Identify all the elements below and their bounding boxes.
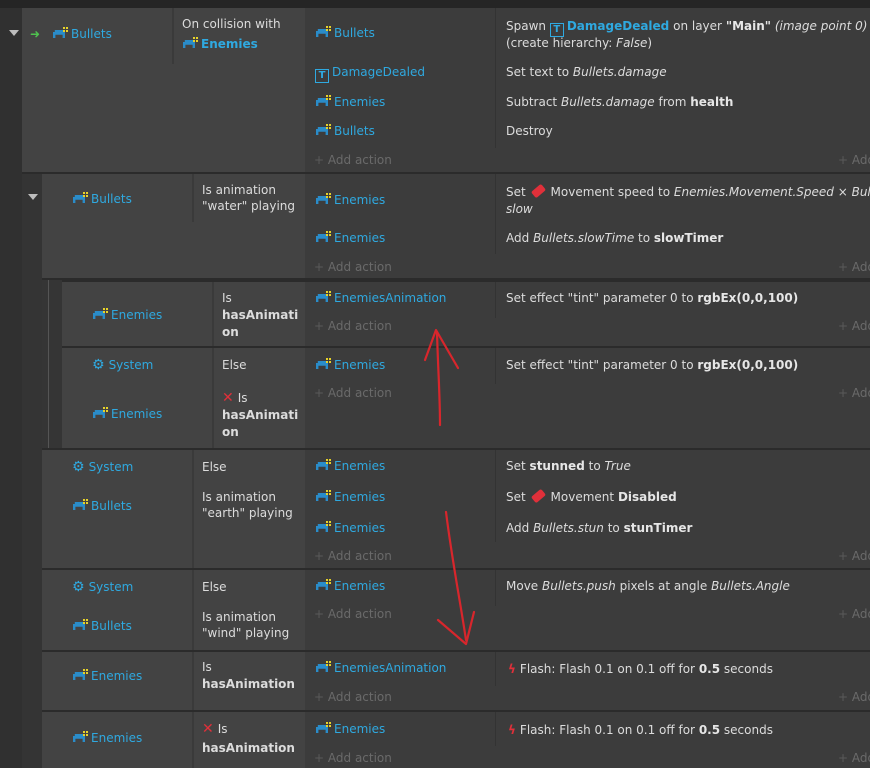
annotation-arrow-down-head bbox=[436, 610, 476, 646]
annotation-arrow-down bbox=[444, 510, 468, 642]
annotation-arrow-up-head bbox=[423, 328, 460, 370]
annotation-overlay bbox=[423, 328, 476, 646]
annotation-arrow-up bbox=[435, 330, 442, 427]
